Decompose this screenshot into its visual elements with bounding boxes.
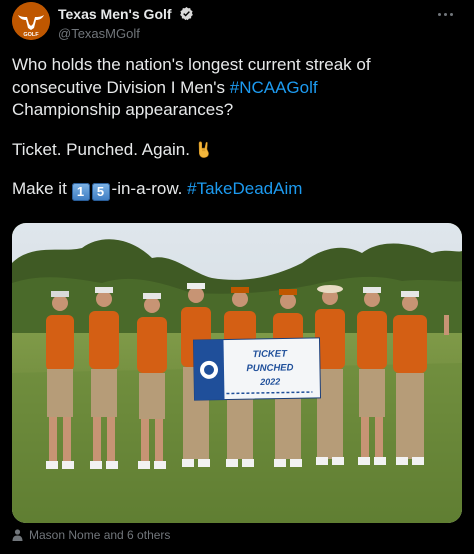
verified-badge-icon <box>180 7 193 21</box>
avatar-text: GOLF <box>23 32 39 38</box>
keycap-digit-five: 5 <box>91 183 110 201</box>
tweet-line-2-text: consecutive Division I Men's <box>12 77 230 97</box>
tweet-line-1: Who holds the nation's longest current s… <box>12 55 371 74</box>
ticket-punched-banner: TICKET PUNCHED 2022 <box>192 337 322 401</box>
hashtag-ncaagolf-link[interactable]: #NCAAGolf <box>230 78 318 97</box>
tweet-line-5-suffix: -in-a-row. <box>111 179 188 198</box>
tagged-people[interactable]: Mason Nome and 6 others <box>12 528 170 546</box>
banner-line-3: 2022 <box>259 377 280 387</box>
tweet-line-4: Ticket. Punched. Again. <box>12 139 456 162</box>
avatar[interactable]: GOLF <box>12 2 50 40</box>
author-handle[interactable]: @TexasMGolf <box>58 26 194 41</box>
banner-line-2: PUNCHED <box>246 362 293 374</box>
banner-line-1: TICKET <box>252 348 288 360</box>
author-block[interactable]: Texas Men's Golf @TexasMGolf <box>58 5 194 41</box>
longhorn-logo-icon: GOLF <box>12 2 50 40</box>
hashtag-takedeadaim-link[interactable]: #TakeDeadAim <box>187 179 302 198</box>
person-icon <box>12 529 23 541</box>
more-options-icon[interactable] <box>436 6 460 22</box>
keycap-digit-one: 1 <box>71 183 90 201</box>
tweet-line-3: Championship appearances? <box>12 100 234 119</box>
tweet-text: Who holds the nation's longest current s… <box>12 54 456 201</box>
tagged-people-text[interactable]: Mason Nome and 6 others <box>29 528 170 542</box>
tweet-photo[interactable]: TICKET PUNCHED 2022 <box>12 223 462 523</box>
tweet-line-5-prefix: Make it <box>12 179 72 198</box>
tweet-card[interactable]: GOLF Texas Men's Golf @TexasMGolf Who ho… <box>0 0 474 554</box>
author-name[interactable]: Texas Men's Golf <box>58 6 172 22</box>
tweet-header: GOLF Texas Men's Golf @TexasMGolf <box>12 2 462 46</box>
tweet-line-2: consecutive Division I Men's #NCAAGolf <box>12 77 456 100</box>
tweet-line-4-text: Ticket. Punched. Again. <box>12 139 190 159</box>
team-photo-image: TICKET PUNCHED 2022 <box>12 223 462 523</box>
tweet-line-5: Make it 1 5 -in-a-row. #TakeDeadAim <box>12 178 456 201</box>
sign-of-the-horns-emoji-icon <box>198 141 209 158</box>
